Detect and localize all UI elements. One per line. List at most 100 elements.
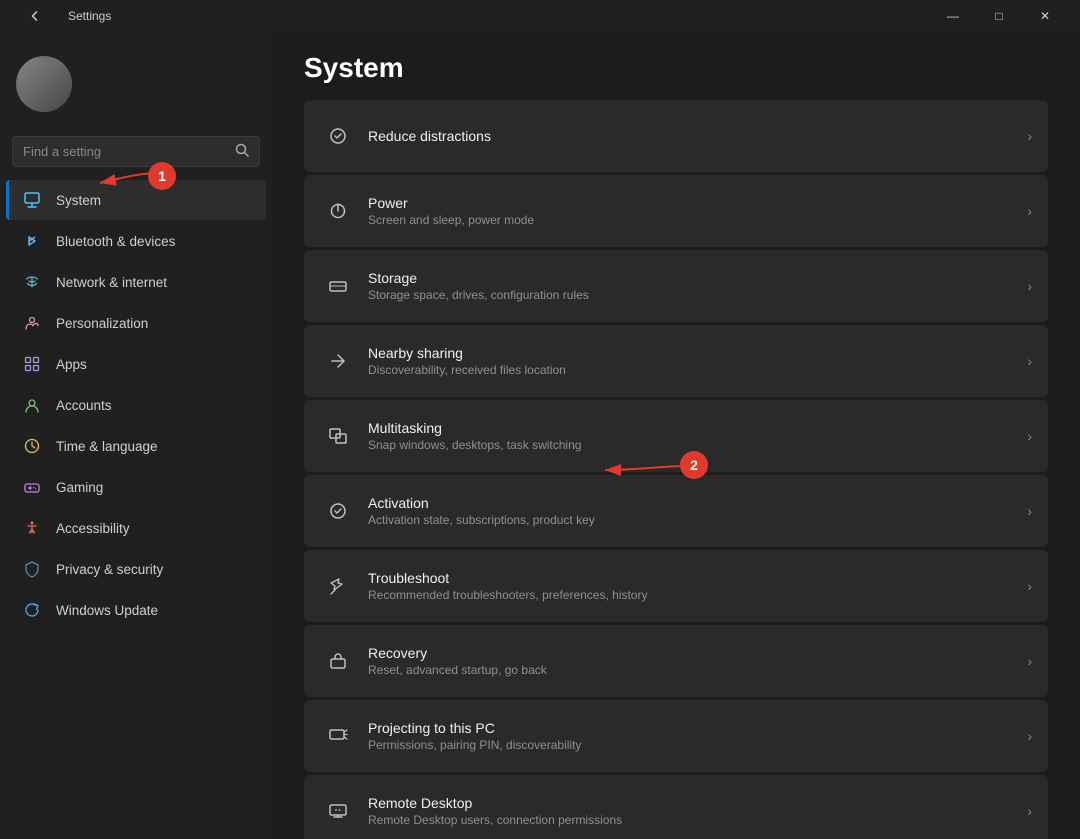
settings-item-text: Remote Desktop Remote Desktop users, con… (356, 795, 1027, 827)
settings-item-text: Storage Storage space, drives, configura… (356, 270, 1027, 302)
sidebar-item-label: Privacy & security (56, 562, 163, 577)
settings-item-desc: Reset, advanced startup, go back (368, 663, 1027, 677)
search-icon (235, 143, 249, 160)
page-title: System (304, 52, 1048, 84)
settings-item-desc: Screen and sleep, power mode (368, 213, 1027, 227)
sidebar-item-label: Accessibility (56, 521, 130, 536)
system-icon (22, 190, 42, 210)
privacy-icon (22, 559, 42, 579)
settings-item-recovery[interactable]: Recovery Reset, advanced startup, go bac… (304, 625, 1048, 697)
back-button[interactable] (12, 0, 58, 32)
settings-item-text: Power Screen and sleep, power mode (356, 195, 1027, 227)
chevron-icon: › (1027, 578, 1032, 594)
settings-item-nearby-sharing[interactable]: Nearby sharing Discoverability, received… (304, 325, 1048, 397)
settings-item-remote-desktop[interactable]: Remote Desktop Remote Desktop users, con… (304, 775, 1048, 839)
settings-item-multitasking[interactable]: Multitasking Snap windows, desktops, tas… (304, 400, 1048, 472)
sidebar-item-label: Windows Update (56, 603, 158, 618)
settings-item-activation[interactable]: Activation Activation state, subscriptio… (304, 475, 1048, 547)
settings-item-power[interactable]: Power Screen and sleep, power mode › (304, 175, 1048, 247)
sidebar-item-gaming[interactable]: Gaming (6, 467, 266, 507)
sidebar-item-bluetooth[interactable]: Bluetooth & devices (6, 221, 266, 261)
network-icon (22, 272, 42, 292)
minimize-button[interactable]: — (930, 0, 976, 32)
multitasking-icon (320, 426, 356, 446)
gaming-icon (22, 477, 42, 497)
settings-item-desc: Remote Desktop users, connection permiss… (368, 813, 1027, 827)
search-box[interactable] (12, 136, 260, 167)
maximize-button[interactable]: □ (976, 0, 1022, 32)
sidebar: System Bluetooth & devices Network (0, 32, 272, 839)
settings-item-title: Nearby sharing (368, 345, 1027, 361)
sidebar-item-apps[interactable]: Apps (6, 344, 266, 384)
settings-item-desc: Permissions, pairing PIN, discoverabilit… (368, 738, 1027, 752)
bluetooth-icon (22, 231, 42, 251)
content-area: System Reduce distractions › (272, 32, 1080, 839)
settings-item-text: Multitasking Snap windows, desktops, tas… (356, 420, 1027, 452)
recovery-icon (320, 651, 356, 671)
chevron-icon: › (1027, 728, 1032, 744)
settings-item-projecting[interactable]: Projecting to this PC Permissions, pairi… (304, 700, 1048, 772)
sidebar-item-network[interactable]: Network & internet (6, 262, 266, 302)
sidebar-item-label: Personalization (56, 316, 148, 331)
projecting-icon (320, 726, 356, 746)
storage-icon (320, 276, 356, 296)
personalization-icon (22, 313, 42, 333)
settings-item-title: Storage (368, 270, 1027, 286)
settings-item-title: Recovery (368, 645, 1027, 661)
settings-item-text: Recovery Reset, advanced startup, go bac… (356, 645, 1027, 677)
settings-item-title: Activation (368, 495, 1027, 511)
reduce-distractions-icon (320, 126, 356, 146)
sidebar-item-label: Accounts (56, 398, 112, 413)
sidebar-item-accounts[interactable]: Accounts (6, 385, 266, 425)
settings-item-desc: Discoverability, received files location (368, 363, 1027, 377)
chevron-icon: › (1027, 503, 1032, 519)
apps-icon (22, 354, 42, 374)
settings-item-title: Power (368, 195, 1027, 211)
chevron-icon: › (1027, 353, 1032, 369)
sidebar-item-update[interactable]: Windows Update (6, 590, 266, 630)
sidebar-item-personalization[interactable]: Personalization (6, 303, 266, 343)
chevron-icon: › (1027, 128, 1032, 144)
settings-item-title: Remote Desktop (368, 795, 1027, 811)
nearby-icon (320, 351, 356, 371)
avatar (16, 56, 72, 112)
search-input[interactable] (23, 144, 227, 159)
settings-item-storage[interactable]: Storage Storage space, drives, configura… (304, 250, 1048, 322)
title-bar-left: Settings (12, 0, 111, 32)
sidebar-item-label: Bluetooth & devices (56, 234, 175, 249)
sidebar-item-system[interactable]: System (6, 180, 266, 220)
settings-item-desc: Snap windows, desktops, task switching (368, 438, 1027, 452)
chevron-icon: › (1027, 278, 1032, 294)
sidebar-item-accessibility[interactable]: Accessibility (6, 508, 266, 548)
settings-item-reduce-distractions[interactable]: Reduce distractions › (304, 100, 1048, 172)
chevron-icon: › (1027, 428, 1032, 444)
sidebar-item-label: Time & language (56, 439, 158, 454)
title-bar: Settings — □ ✕ (0, 0, 1080, 32)
settings-item-title: Projecting to this PC (368, 720, 1027, 736)
remote-desktop-icon (320, 801, 356, 821)
chevron-icon: › (1027, 203, 1032, 219)
settings-item-title: Reduce distractions (368, 128, 1027, 144)
app-title: Settings (68, 9, 111, 23)
close-button[interactable]: ✕ (1022, 0, 1068, 32)
window-controls: — □ ✕ (930, 0, 1068, 32)
settings-item-troubleshoot[interactable]: Troubleshoot Recommended troubleshooters… (304, 550, 1048, 622)
settings-item-text: Projecting to this PC Permissions, pairi… (356, 720, 1027, 752)
sidebar-item-label: Gaming (56, 480, 103, 495)
content-inner: System Reduce distractions › (272, 32, 1080, 839)
sidebar-item-label: Network & internet (56, 275, 167, 290)
power-icon (320, 201, 356, 221)
sidebar-item-label: System (56, 193, 101, 208)
sidebar-item-privacy[interactable]: Privacy & security (6, 549, 266, 589)
chevron-icon: › (1027, 653, 1032, 669)
settings-item-text: Activation Activation state, subscriptio… (356, 495, 1027, 527)
accessibility-icon (22, 518, 42, 538)
activation-icon (320, 501, 356, 521)
settings-item-desc: Activation state, subscriptions, product… (368, 513, 1027, 527)
settings-item-text: Reduce distractions (356, 128, 1027, 144)
settings-item-title: Multitasking (368, 420, 1027, 436)
troubleshoot-icon (320, 576, 356, 596)
sidebar-item-time[interactable]: Time & language (6, 426, 266, 466)
settings-item-text: Nearby sharing Discoverability, received… (356, 345, 1027, 377)
sidebar-nav: System Bluetooth & devices Network (0, 179, 272, 631)
